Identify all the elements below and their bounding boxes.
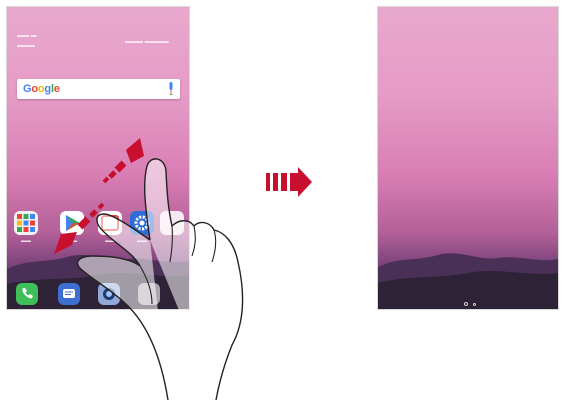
phone-icon[interactable] bbox=[16, 283, 38, 305]
messages-icon[interactable] bbox=[58, 283, 80, 305]
google-search-bar[interactable]: Google bbox=[17, 79, 180, 99]
app-icon-row: ▬▬ ▬▬ ▬▬ ▬▬ bbox=[14, 211, 184, 251]
page-indicator-icon bbox=[473, 303, 476, 306]
app-label-faint: ▬▬ bbox=[67, 238, 77, 244]
blank-app-icon[interactable] bbox=[160, 211, 184, 235]
right-arrow-icon bbox=[266, 167, 312, 197]
google-logo: Google bbox=[23, 83, 60, 95]
settings-icon[interactable] bbox=[130, 211, 154, 235]
app-label-faint: ▬▬ bbox=[137, 238, 147, 244]
date-widget-faint: ▬▬▬ bbox=[17, 43, 35, 49]
dock bbox=[14, 283, 184, 309]
home-nav-icon[interactable] bbox=[464, 302, 468, 306]
home-screen-before: ▬▬ ▬ ▬▬▬ ▬▬▬ ▬▬▬▬ Google ▬▬ ▬▬ ▬▬ ▬▬ bbox=[6, 6, 190, 310]
camera-icon[interactable] bbox=[98, 283, 120, 305]
clock-widget-faint: ▬▬ ▬ bbox=[17, 33, 37, 39]
home-screen-after bbox=[377, 6, 559, 310]
play-store-icon[interactable] bbox=[60, 211, 84, 235]
mic-icon[interactable] bbox=[168, 82, 174, 96]
chrome-icon[interactable] bbox=[138, 283, 160, 305]
gallery-icon[interactable] bbox=[98, 211, 122, 235]
apps-folder-icon[interactable] bbox=[14, 211, 38, 235]
weather-widget-faint: ▬▬▬ ▬▬▬▬ bbox=[125, 39, 169, 45]
app-label-faint: ▬▬ bbox=[21, 238, 31, 244]
navigation-bar bbox=[378, 299, 558, 309]
app-label-faint: ▬▬ bbox=[105, 238, 115, 244]
